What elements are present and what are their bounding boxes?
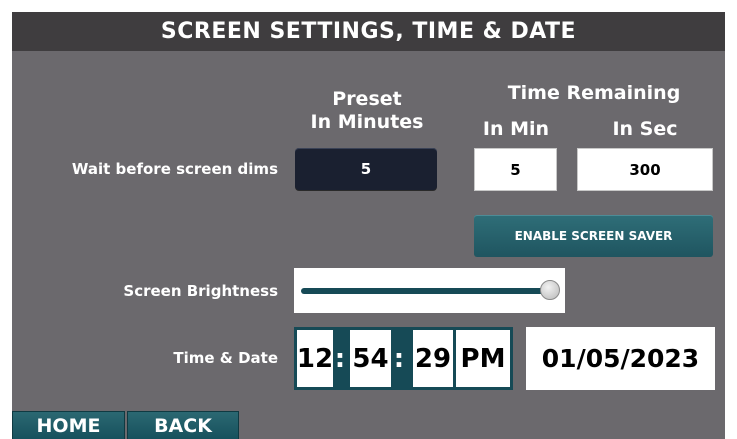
preset-subheader: In Minutes [310, 111, 424, 133]
preset-header: Preset [332, 88, 402, 110]
brightness-slider-track [301, 288, 547, 294]
hours-field[interactable]: 12 [297, 330, 333, 387]
back-button-label: BACK [154, 415, 212, 437]
time-remaining-header: Time Remaining [507, 82, 681, 104]
remaining-min-value: 5 [510, 160, 521, 179]
preset-minutes-value: 5 [360, 160, 372, 178]
time-separator: : [393, 343, 405, 374]
home-button[interactable]: HOME [12, 411, 125, 439]
wait-before-dim-label: Wait before screen dims [71, 160, 278, 178]
enable-screen-saver-label: ENABLE SCREEN SAVER [514, 229, 673, 243]
in-sec-header: In Sec [612, 118, 678, 140]
brightness-slider[interactable] [294, 268, 565, 313]
date-field[interactable]: 01/05/2023 [526, 327, 715, 390]
in-min-header: In Min [482, 118, 550, 140]
page-title: SCREEN SETTINGS, TIME & DATE [12, 12, 725, 51]
time-date-label: Time & Date [173, 349, 278, 367]
screen-brightness-label: Screen Brightness [123, 282, 278, 300]
preset-minutes-button[interactable]: 5 [295, 148, 437, 190]
settings-screen: SCREEN SETTINGS, TIME & DATE Preset In M… [12, 12, 725, 439]
remaining-sec-field: 300 [577, 148, 713, 191]
minutes-field[interactable]: 54 [350, 330, 391, 387]
back-button[interactable]: BACK [127, 411, 239, 439]
remaining-sec-value: 300 [629, 160, 661, 179]
home-button-label: HOME [36, 415, 101, 437]
time-separator: : [334, 343, 346, 374]
seconds-field[interactable]: 29 [413, 330, 453, 387]
remaining-min-field: 5 [474, 148, 557, 191]
time-setter: 12 : 54 : 29 PM [294, 327, 513, 390]
ampm-field[interactable]: PM [456, 330, 510, 387]
brightness-slider-thumb[interactable] [540, 280, 560, 300]
enable-screen-saver-button[interactable]: ENABLE SCREEN SAVER [474, 215, 713, 257]
